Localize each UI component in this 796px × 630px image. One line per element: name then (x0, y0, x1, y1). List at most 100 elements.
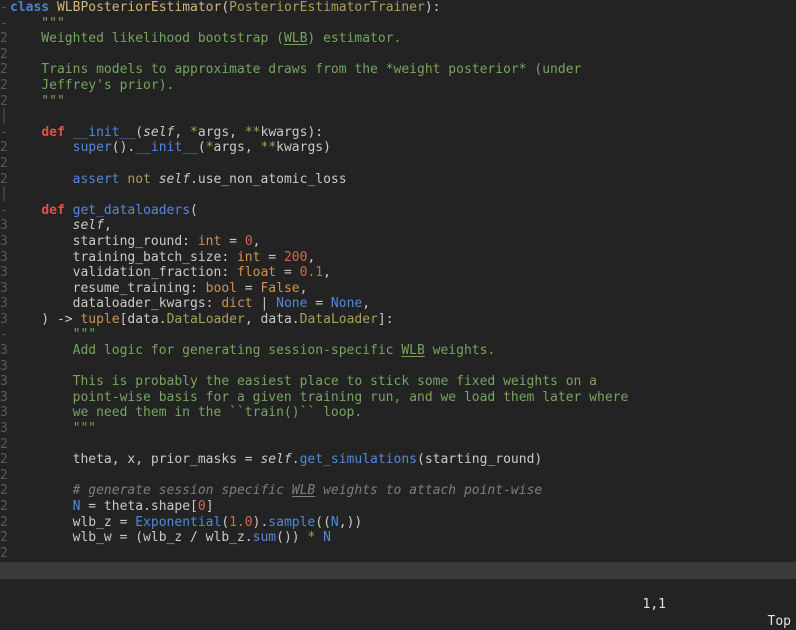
code-line[interactable]: │ (0, 109, 796, 125)
code-line[interactable]: - """ (0, 16, 796, 32)
code-line[interactable]: │ (0, 187, 796, 203)
code-token: """ (10, 327, 96, 342)
code-line[interactable]: 2 (0, 47, 796, 63)
code-area[interactable]: -class WLBPosteriorEstimator(PosteriorEs… (0, 0, 796, 562)
code-line[interactable]: 3 we need them in the ``train()`` loop. (0, 405, 796, 421)
fold-column-marker: 2 (0, 437, 10, 453)
fold-column-marker: 3 (0, 421, 10, 437)
code-token: wlb_z = (10, 515, 135, 530)
fold-column-marker: 2 (0, 483, 10, 499)
code-token: Add logic for generating session-specifi… (10, 343, 401, 358)
code-line[interactable]: 2 Weighted likelihood bootstrap (WLB) es… (0, 31, 796, 47)
fold-column-marker: 2 (0, 140, 10, 156)
fold-column-marker: 3 (0, 234, 10, 250)
code-line[interactable]: 2 wlb_w = (wlb_z / wlb_z.sum()) * N (0, 530, 796, 546)
code-token: training_batch_size: (10, 250, 237, 265)
code-line[interactable]: 3 starting_round: int = 0, (0, 234, 796, 250)
code-token: get_dataloaders (73, 203, 190, 218)
code-line[interactable]: 2 wlb_z = Exponential(1.0).sample((N,)) (0, 515, 796, 531)
code-token: False (260, 281, 299, 296)
code-line[interactable]: 3 Add logic for generating session-speci… (0, 343, 796, 359)
code-token: ): (425, 0, 441, 15)
code-token: ,)) (339, 515, 362, 530)
fold-column-marker: 2 (0, 31, 10, 47)
code-line[interactable]: 2 theta, x, prior_masks = self.get_simul… (0, 452, 796, 468)
fold-column-marker: 2 (0, 515, 10, 531)
code-line[interactable]: 2 N = theta.shape[0] (0, 499, 796, 515)
code-token: validation_fraction: (10, 265, 237, 280)
code-token: , (253, 234, 261, 249)
code-token: ) estimator. (307, 31, 401, 46)
code-token: sample (268, 515, 315, 530)
code-line[interactable]: 3 dataloader_kwargs: dict | None = None, (0, 296, 796, 312)
code-line[interactable]: 2 super().__init__(*args, **kwargs) (0, 140, 796, 156)
code-token: WLB (284, 31, 307, 46)
code-token (10, 499, 73, 514)
fold-column-marker: 2 (0, 156, 10, 172)
code-token: , data. (245, 312, 300, 327)
code-line[interactable]: 3 ) -> tuple[data.DataLoader, data.DataL… (0, 312, 796, 328)
code-line[interactable]: 3 self, (0, 218, 796, 234)
code-line[interactable]: -class WLBPosteriorEstimator(PosteriorEs… (0, 0, 796, 16)
code-token: class (10, 0, 49, 15)
code-line[interactable]: 2 (0, 468, 796, 484)
code-token: 0 (198, 499, 206, 514)
code-line[interactable]: 2 (0, 156, 796, 172)
code-line[interactable]: 3 This is probably the easiest place to … (0, 374, 796, 390)
code-line[interactable]: 2 # generate session specific WLB weight… (0, 483, 796, 499)
code-token: not (127, 172, 150, 187)
code-token: (starting_round) (417, 452, 542, 467)
code-token: .use_non_atomic_loss (190, 172, 347, 187)
code-token: Exponential (135, 515, 221, 530)
fold-column-marker: - (0, 16, 10, 32)
code-token: PosteriorEstimatorTrainer (229, 0, 425, 15)
code-token: DataLoader (167, 312, 245, 327)
code-line[interactable]: 3 """ (0, 421, 796, 437)
code-line[interactable]: - def __init__(self, *args, **kwargs): (0, 125, 796, 141)
code-token: Trains models to approximate draws from … (10, 62, 581, 77)
code-token: 200 (284, 250, 307, 265)
fold-column-marker: - (0, 203, 10, 219)
code-token: ( (221, 0, 229, 15)
code-line[interactable]: 3 training_batch_size: int = 200, (0, 250, 796, 266)
code-line[interactable]: 3 (0, 359, 796, 375)
code-token (315, 530, 323, 545)
code-token: * (190, 125, 198, 140)
code-line[interactable]: 2 Trains models to approximate draws fro… (0, 62, 796, 78)
fold-column-marker: 3 (0, 312, 10, 328)
fold-column-marker: - (0, 0, 10, 16)
code-line[interactable]: 3 resume_training: bool = False, (0, 281, 796, 297)
code-line[interactable]: 2 Jeffrey's prior). (0, 78, 796, 94)
fold-column-marker: 3 (0, 374, 10, 390)
code-token: starting_round: (10, 234, 198, 249)
code-line[interactable]: 3 validation_fraction: float = 0.1, (0, 265, 796, 281)
fold-column-marker: 2 (0, 530, 10, 546)
code-token: Weighted likelihood bootstrap ( (10, 31, 284, 46)
code-line[interactable]: 2 """ (0, 94, 796, 110)
code-line[interactable]: 2 (0, 546, 796, 562)
code-token: 0.1 (300, 265, 323, 280)
code-token: """ (10, 421, 96, 436)
code-token: , (362, 296, 370, 311)
code-line[interactable]: 2 assert not self.use_non_atomic_loss (0, 172, 796, 188)
code-token: kwargs) (276, 140, 331, 155)
fold-column-marker: 2 (0, 172, 10, 188)
code-line[interactable]: - def get_dataloaders( (0, 203, 796, 219)
code-line[interactable]: - """ (0, 327, 796, 343)
code-token (10, 218, 73, 233)
code-token: None (276, 296, 307, 311)
code-token: self (143, 125, 174, 140)
code-line[interactable]: 3 point-wise basis for a given training … (0, 390, 796, 406)
code-token: sum (253, 530, 276, 545)
code-token: int (237, 250, 260, 265)
code-token: [data. (120, 312, 167, 327)
fold-column-marker: 3 (0, 296, 10, 312)
fold-column-marker: - (0, 125, 10, 141)
status-cursor-position: 1,1 (643, 596, 666, 613)
code-token: self (159, 172, 190, 187)
code-token: ()) (276, 530, 307, 545)
code-token (10, 140, 73, 155)
command-line[interactable] (0, 579, 796, 596)
code-line[interactable]: 2 (0, 437, 796, 453)
code-token: Jeffrey's prior). (10, 78, 174, 93)
